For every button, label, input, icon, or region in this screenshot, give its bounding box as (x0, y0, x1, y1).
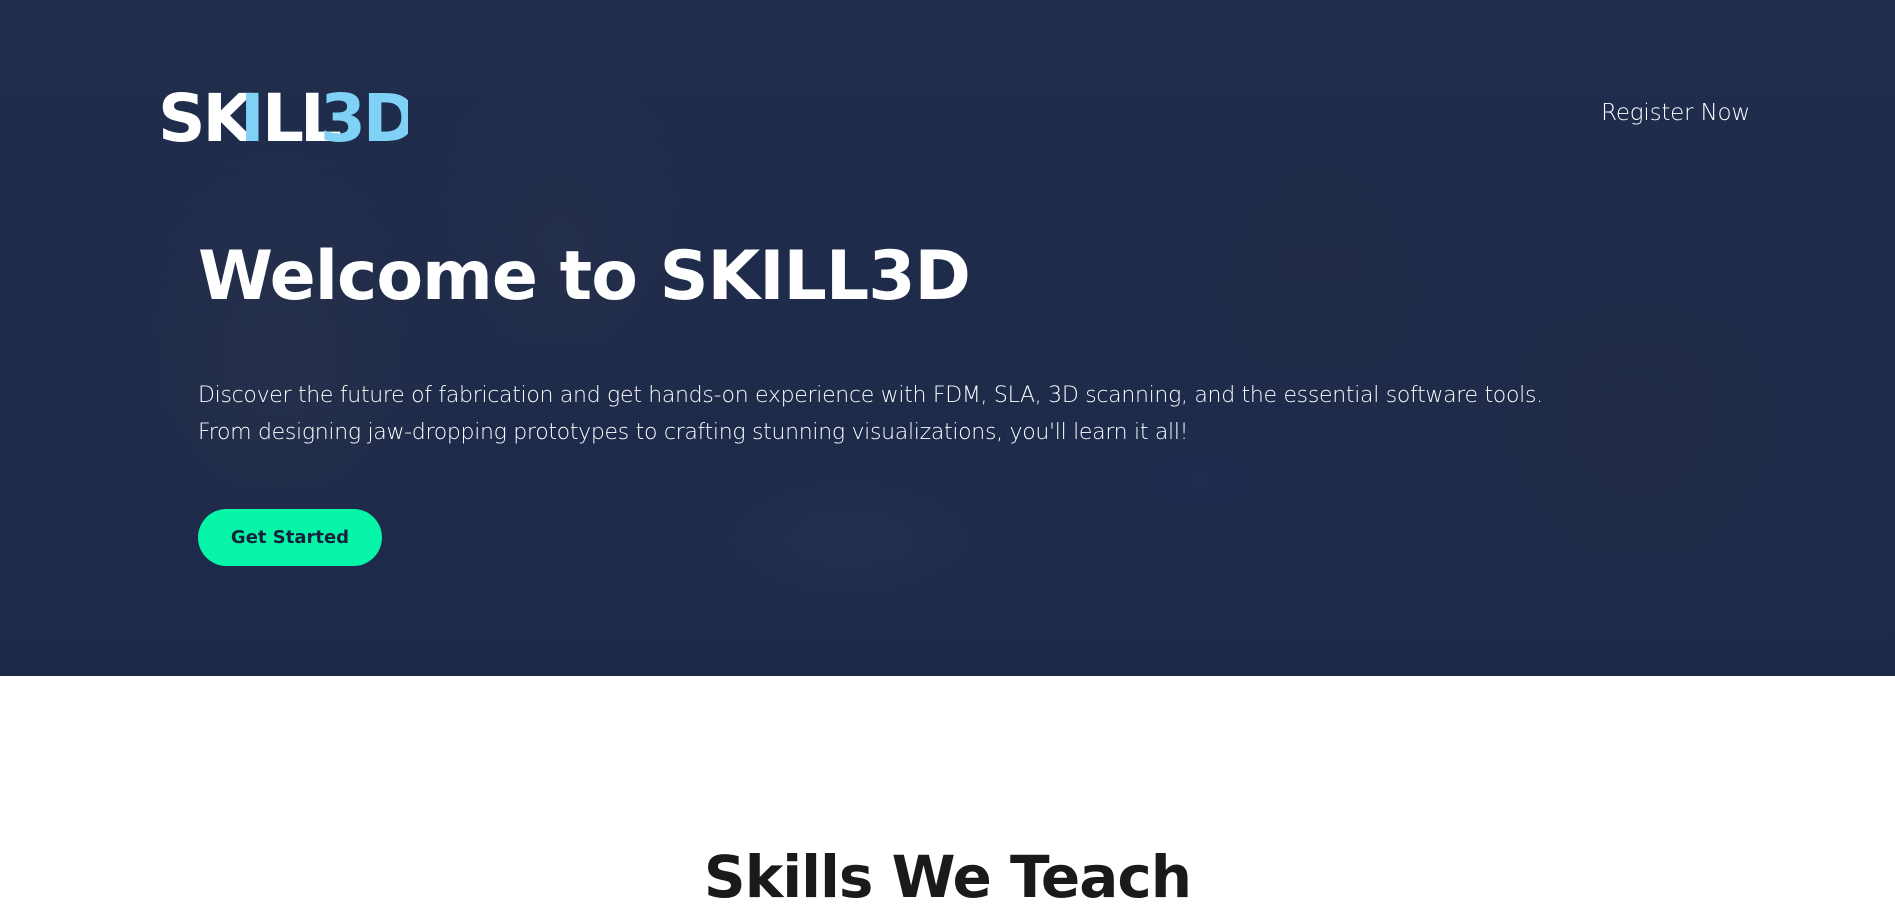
hero-description-line-2: From designing jaw-dropping prototypes t… (198, 420, 1189, 445)
hero-section: SK I LL 3D Register Now Welcome to SKILL… (0, 0, 1895, 676)
get-started-button[interactable]: Get Started (198, 509, 382, 566)
logo-mark: SK I LL 3D (158, 88, 408, 146)
skills-section-title: Skills We Teach (703, 843, 1192, 911)
logo-text-i: I (240, 88, 265, 146)
hero-description-line-1: Discover the future of fabrication and g… (198, 383, 1543, 408)
logo[interactable]: SK I LL 3D (158, 88, 408, 146)
hero-description: Discover the future of fabrication and g… (198, 377, 1578, 451)
register-now-link[interactable]: Register Now (1601, 100, 1750, 126)
logo-text-3d: 3D (320, 88, 408, 146)
hero-title: Welcome to SKILL3D (198, 237, 971, 316)
